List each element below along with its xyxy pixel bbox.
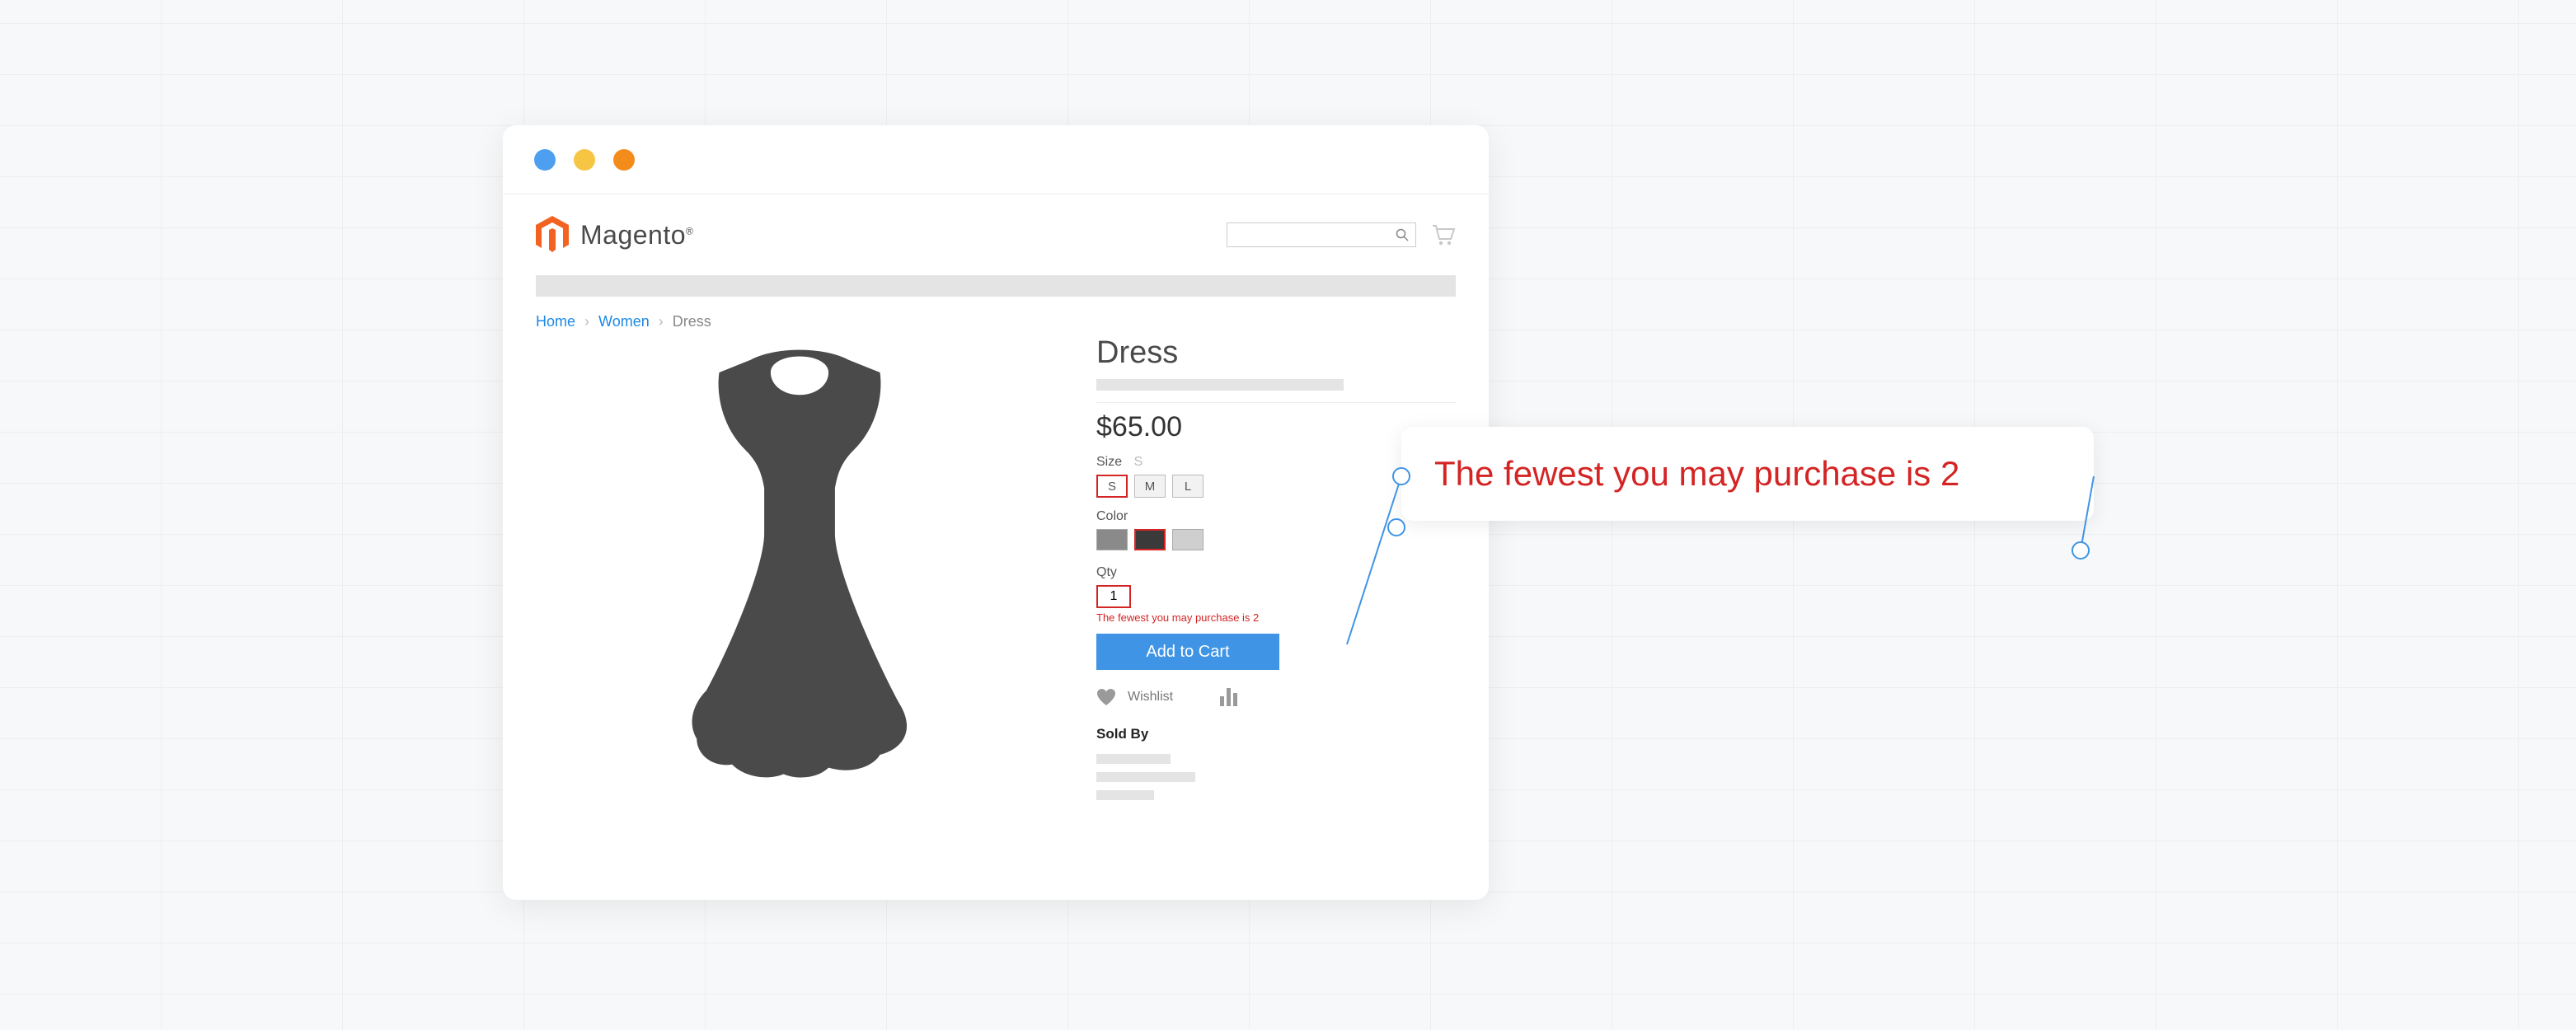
breadcrumb-current: Dress (673, 313, 711, 330)
heart-icon[interactable] (1096, 688, 1116, 706)
search-input[interactable] (1227, 222, 1416, 247)
error-callout: The fewest you may purchase is 2 (1401, 427, 2094, 521)
color-swatch-0[interactable] (1096, 529, 1128, 550)
brand-logo[interactable]: Magento® (536, 216, 693, 254)
placeholder-line (1096, 772, 1195, 782)
size-swatch-s[interactable]: S (1096, 475, 1128, 498)
qty-error-message: The fewest you may purchase is 2 (1096, 611, 1456, 624)
qty-input[interactable] (1096, 585, 1131, 608)
chevron-right-icon: › (584, 313, 589, 330)
placeholder-line (1096, 754, 1171, 764)
browser-window: Magento® (503, 125, 1489, 900)
breadcrumb-category[interactable]: Women (598, 313, 650, 330)
qty-label: Qty (1096, 565, 1456, 580)
traffic-light-orange[interactable] (613, 149, 635, 171)
dress-icon (639, 345, 960, 782)
placeholder-line (1096, 790, 1154, 800)
window-titlebar (503, 125, 1489, 194)
wishlist-link[interactable]: Wishlist (1128, 690, 1173, 705)
product-title: Dress (1096, 335, 1456, 371)
rating-placeholder (1096, 379, 1344, 391)
brand-name: Magento® (580, 220, 693, 250)
color-swatch-2[interactable] (1172, 529, 1204, 550)
size-swatch-l[interactable]: L (1172, 475, 1204, 498)
breadcrumb-home[interactable]: Home (536, 313, 575, 330)
navbar-placeholder (536, 275, 1456, 297)
sold-by-label: Sold By (1096, 726, 1456, 742)
error-callout-text: The fewest you may purchase is 2 (1434, 454, 1959, 494)
product-image (536, 335, 1063, 808)
bar-chart-icon[interactable] (1219, 688, 1241, 706)
cart-icon[interactable] (1431, 224, 1456, 246)
color-swatch-1[interactable] (1134, 529, 1166, 550)
magento-logo-icon (536, 216, 569, 254)
breadcrumb: Home › Women › Dress (536, 313, 1456, 330)
search-icon (1396, 228, 1409, 241)
traffic-light-yellow[interactable] (574, 149, 595, 171)
chevron-right-icon: › (659, 313, 664, 330)
traffic-light-blue[interactable] (534, 149, 556, 171)
size-swatch-m[interactable]: M (1134, 475, 1166, 498)
add-to-cart-button[interactable]: Add to Cart (1096, 634, 1279, 670)
